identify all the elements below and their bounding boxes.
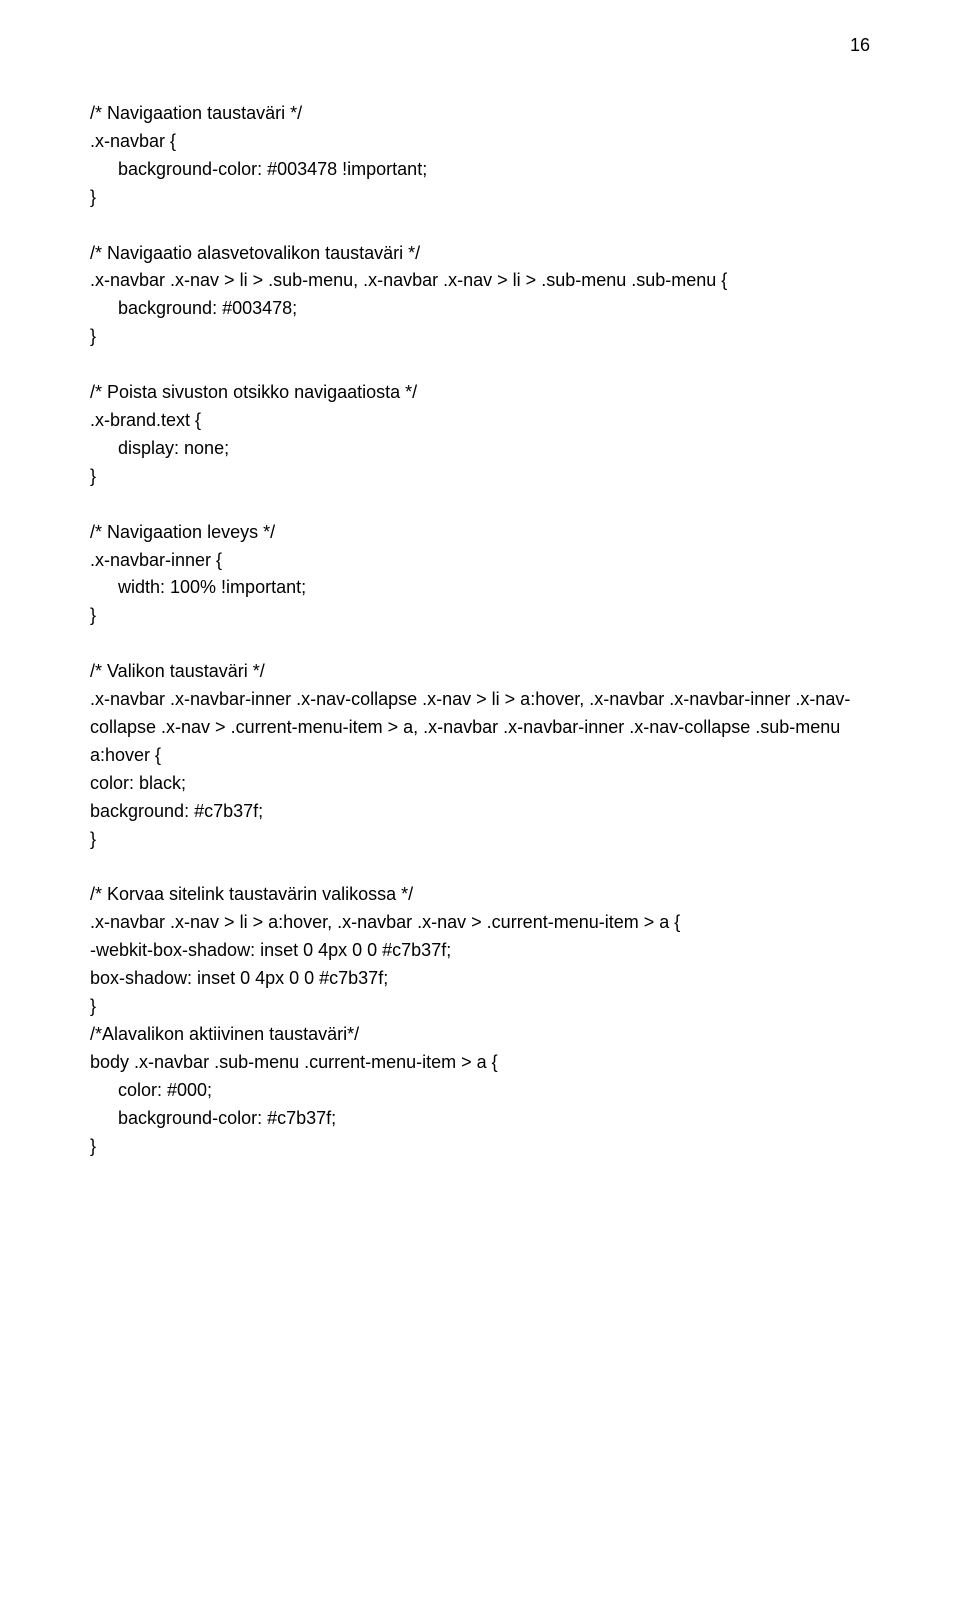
code-line: } <box>90 826 870 854</box>
code-line: .x-navbar .x-nav > li > .sub-menu, .x-na… <box>90 267 870 295</box>
code-line: color: black; <box>90 770 870 798</box>
code-line: -webkit-box-shadow: inset 0 4px 0 0 #c7b… <box>90 937 870 965</box>
code-line: .x-navbar .x-navbar-inner .x-nav-collaps… <box>90 686 870 770</box>
code-line: display: none; <box>90 435 870 463</box>
code-block: /* Korvaa sitelink taustavärin valikossa… <box>90 881 870 1160</box>
code-line: body .x-navbar .sub-menu .current-menu-i… <box>90 1049 870 1077</box>
code-line: /* Poista sivuston otsikko navigaatiosta… <box>90 379 870 407</box>
code-line: background: #c7b37f; <box>90 798 870 826</box>
code-line: } <box>90 463 870 491</box>
code-line: /* Navigaation taustaväri */ <box>90 100 870 128</box>
code-block: /* Navigaation taustaväri */.x-navbar {b… <box>90 100 870 212</box>
code-line: width: 100% !important; <box>90 574 870 602</box>
code-line: .x-navbar .x-nav > li > a:hover, .x-navb… <box>90 909 870 937</box>
code-line: } <box>90 1133 870 1161</box>
code-line: /* Navigaatio alasvetovalikon taustaväri… <box>90 240 870 268</box>
code-line: } <box>90 993 870 1021</box>
code-line: /* Korvaa sitelink taustavärin valikossa… <box>90 881 870 909</box>
code-line: background-color: #003478 !important; <box>90 156 870 184</box>
code-line: background: #003478; <box>90 295 870 323</box>
code-line: } <box>90 184 870 212</box>
code-line: /*Alavalikon aktiivinen taustaväri*/ <box>90 1021 870 1049</box>
code-content: /* Navigaation taustaväri */.x-navbar {b… <box>90 100 870 1160</box>
code-line: /* Valikon taustaväri */ <box>90 658 870 686</box>
code-block: /* Navigaation leveys */.x-navbar-inner … <box>90 519 870 631</box>
code-line: .x-navbar { <box>90 128 870 156</box>
code-line: /* Navigaation leveys */ <box>90 519 870 547</box>
code-block: /* Valikon taustaväri */.x-navbar .x-nav… <box>90 658 870 853</box>
code-line: .x-brand.text { <box>90 407 870 435</box>
code-block: /* Poista sivuston otsikko navigaatiosta… <box>90 379 870 491</box>
code-line: } <box>90 602 870 630</box>
code-line: } <box>90 323 870 351</box>
code-line: .x-navbar-inner { <box>90 547 870 575</box>
code-block: /* Navigaatio alasvetovalikon taustaväri… <box>90 240 870 352</box>
code-line: background-color: #c7b37f; <box>90 1105 870 1133</box>
page-number: 16 <box>850 32 870 60</box>
code-line: color: #000; <box>90 1077 870 1105</box>
code-line: box-shadow: inset 0 4px 0 0 #c7b37f; <box>90 965 870 993</box>
